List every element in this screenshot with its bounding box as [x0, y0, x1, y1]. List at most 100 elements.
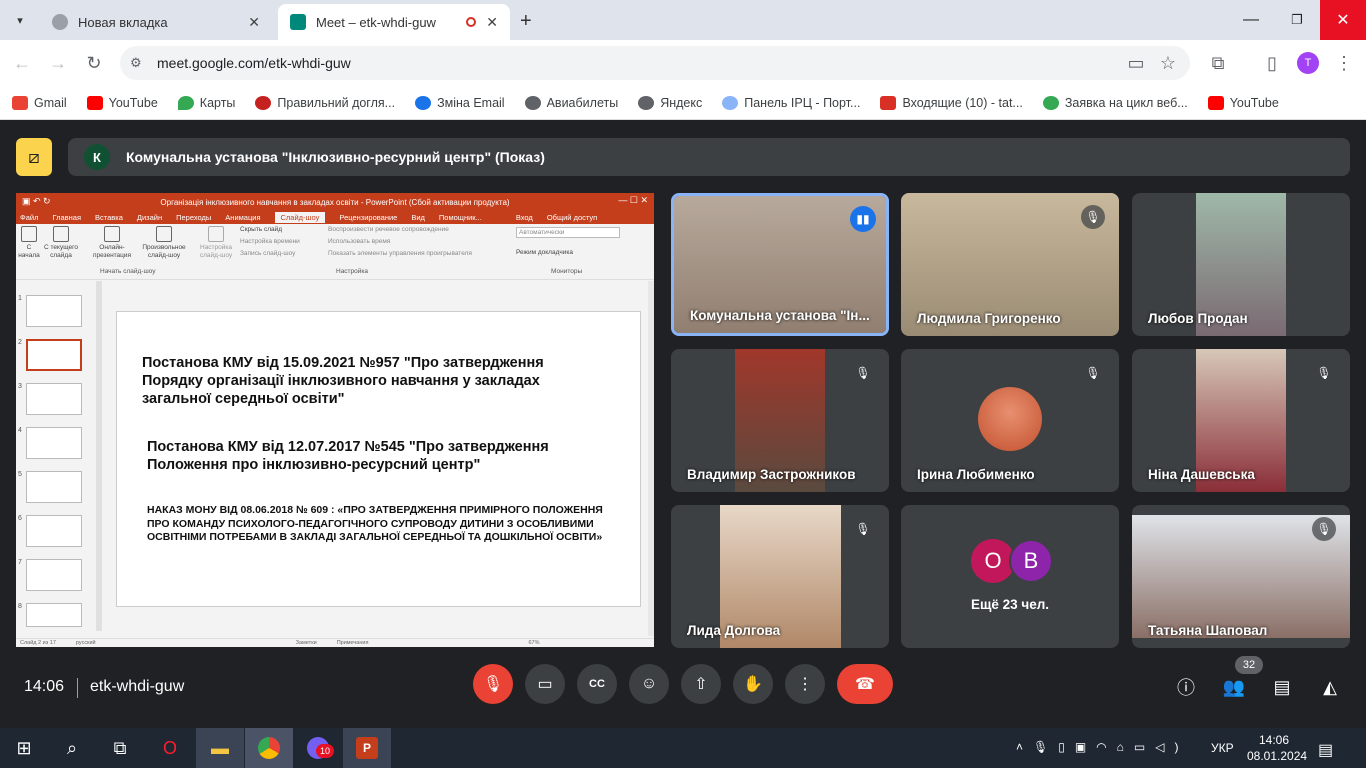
ppt-setup: Настройка слайд-шоу [196, 226, 236, 260]
divider [77, 678, 78, 698]
raise-hand-button[interactable]: ✋ [733, 664, 773, 704]
gmail-icon [12, 95, 28, 110]
tab-search-icon[interactable]: ▾ [8, 10, 32, 30]
start-button[interactable]: ⊞ [0, 728, 48, 768]
restore-button[interactable]: ❐ [1274, 0, 1320, 40]
more-options-button[interactable]: ⋮ [785, 664, 825, 704]
bookmark-item[interactable]: Карты [177, 95, 235, 110]
bookmark-item[interactable]: Яндекс [638, 95, 702, 110]
powerpoint-button[interactable]: P [343, 728, 391, 768]
reload-icon[interactable]: ↻ [82, 51, 106, 75]
chrome-icon [52, 14, 68, 30]
participant-tile[interactable]: Любов Продан [1132, 193, 1350, 336]
online-icon [104, 226, 120, 242]
bookmark-item[interactable]: Зміна Email [415, 95, 505, 110]
forward-icon[interactable]: → [46, 51, 70, 75]
activities-button[interactable]: ◭ [1317, 674, 1343, 700]
ppt-from-current: С текущего слайда [42, 226, 80, 260]
system-tray-icons[interactable]: ˄🎙▯▣◠⌂▭◁) [1016, 740, 1188, 754]
slide-number: 5 [18, 471, 22, 478]
captions-button[interactable]: CC [577, 664, 617, 704]
mic-off-button[interactable]: 🎙 [473, 664, 513, 704]
close-tab-icon[interactable]: ✕ [248, 14, 260, 31]
site-info-icon[interactable]: ⚙ [130, 55, 142, 71]
ppt-group-label: Мониторы [551, 268, 583, 275]
bookmark-item[interactable]: Авиабилеты [524, 95, 618, 110]
slide-number: 2 [18, 339, 22, 346]
slide-number: 4 [18, 427, 22, 434]
close-window-button[interactable]: ✕ [1320, 0, 1366, 40]
leave-call-button[interactable]: ☎ [837, 664, 893, 704]
maps-icon [177, 95, 194, 110]
participants-count-badge: 32 [1235, 656, 1263, 674]
participant-name: Ірина Любименко [917, 467, 1035, 482]
more-vert-icon: ⋮ [797, 676, 813, 693]
opera-button[interactable]: O [146, 728, 194, 768]
recording-icon [466, 17, 477, 27]
meeting-time: 14:06 [24, 678, 65, 695]
participant-tile[interactable]: 🎙 Ніна Дашевська [1132, 349, 1350, 492]
side-panel-icon[interactable]: ▯ [1260, 51, 1284, 75]
menu-icon[interactable]: ⋮ [1332, 51, 1356, 75]
language-indicator[interactable]: УКР [1211, 741, 1234, 755]
bookmark-item[interactable]: Gmail [12, 95, 67, 110]
participant-name: Любов Продан [1148, 311, 1248, 326]
chrome-icon [258, 737, 280, 759]
url-text[interactable]: meet.google.com/etk-whdi-guw [157, 55, 351, 71]
ppt-title-bar: Організація інклюзивного навчання в закл… [16, 193, 654, 211]
chat-button[interactable]: ▤ [1269, 674, 1295, 700]
tab-meet[interactable]: Meet – etk-whdi-guw ✕ [278, 4, 510, 40]
ppt-tab: Переходы [176, 213, 212, 222]
ppt-tab-selected: Слайд-шоу [274, 212, 326, 223]
minimize-button[interactable]: — [1228, 0, 1274, 40]
bookmark-star-icon[interactable]: ☆ [1156, 51, 1180, 75]
participant-tile[interactable]: 🎙 Лида Долгова [671, 505, 889, 648]
more-participants-tile[interactable]: О В Ещё 23 чел. [901, 505, 1119, 648]
participant-tile[interactable]: 🎙 Ірина Любименко [901, 349, 1119, 492]
info-icon: ⓘ [1177, 678, 1195, 698]
presenter-title: Комунальна установа "Інклюзивно-ресурний… [126, 149, 545, 165]
bookmark-item[interactable]: Заявка на цикл веб... [1042, 95, 1188, 110]
status-slide: Слайд 2 из 17 [20, 640, 56, 646]
slide-thumbnail-selected [26, 339, 82, 371]
chrome-button[interactable] [245, 728, 293, 768]
search-button[interactable]: ⌕ [48, 728, 96, 768]
present-button[interactable]: ⇧ [681, 664, 721, 704]
ppt-online: Онлайн-презентация [88, 226, 136, 260]
profile-avatar[interactable]: T [1297, 52, 1319, 74]
participant-tile[interactable]: 🎙 Татьяна Шаповал [1132, 505, 1350, 648]
people-button[interactable]: 👥 [1221, 674, 1247, 700]
ppt-slide-canvas: Постанова КМУ від 15.09.2021 №957 "Про з… [116, 311, 641, 607]
camera-button[interactable]: ▭ [525, 664, 565, 704]
ppt-tab: Рецензирование [339, 213, 398, 222]
clock[interactable]: 14:06 08.01.2024 [1247, 732, 1307, 764]
file-explorer-button[interactable]: ▬ [196, 728, 244, 768]
bookmark-item[interactable]: Входящие (10) - tat... [880, 95, 1023, 110]
notification-badge: 10 [316, 744, 334, 758]
bookmark-item[interactable]: YouTube [1207, 95, 1279, 110]
camera-icon[interactable]: ▭ [1124, 51, 1148, 75]
back-icon[interactable]: ← [10, 51, 34, 75]
meeting-info-button[interactable]: ⓘ [1173, 674, 1199, 700]
task-view-button[interactable]: ⧉ [96, 728, 144, 768]
extensions-icon[interactable]: ⧉ [1206, 51, 1230, 75]
ppt-ribbon-tabs: Файл Главная Вставка Дизайн Переходы Ани… [16, 211, 654, 224]
participant-tile[interactable]: 🎙 Людмила Григоренко [901, 193, 1119, 336]
hang-up-icon: ☎ [855, 676, 875, 693]
bookmark-item[interactable]: Правильний догля... [255, 95, 395, 110]
ppt-thumbnail-pane: 1 2 3 4 5 6 7 8 [16, 281, 106, 636]
ppt-tab: Файл [20, 213, 39, 222]
emoji-button[interactable]: ☺ [629, 664, 669, 704]
notifications-icon[interactable]: ▤ [1318, 740, 1333, 760]
bookmark-item[interactable]: Панель ІРЦ - Порт... [722, 95, 860, 110]
new-tab-button[interactable]: + [520, 10, 532, 33]
more-participants-label: Ещё 23 чел. [970, 597, 1050, 612]
tab-new-tab[interactable]: Новая вкладка ✕ [40, 4, 272, 40]
save-icon: ▣ ↶ ↻ [22, 196, 51, 206]
bookmark-item[interactable]: YouTube [86, 95, 158, 110]
close-tab-icon[interactable]: ✕ [486, 14, 498, 31]
participant-tile[interactable]: 🎙 Владимир Застрожников [671, 349, 889, 492]
stop-presenting-icon[interactable]: ⧄ [16, 138, 52, 176]
participant-tile[interactable]: ▮▮ Комунальна установа "Ін... [671, 193, 889, 336]
participant-name: Лида Долгова [687, 623, 781, 638]
